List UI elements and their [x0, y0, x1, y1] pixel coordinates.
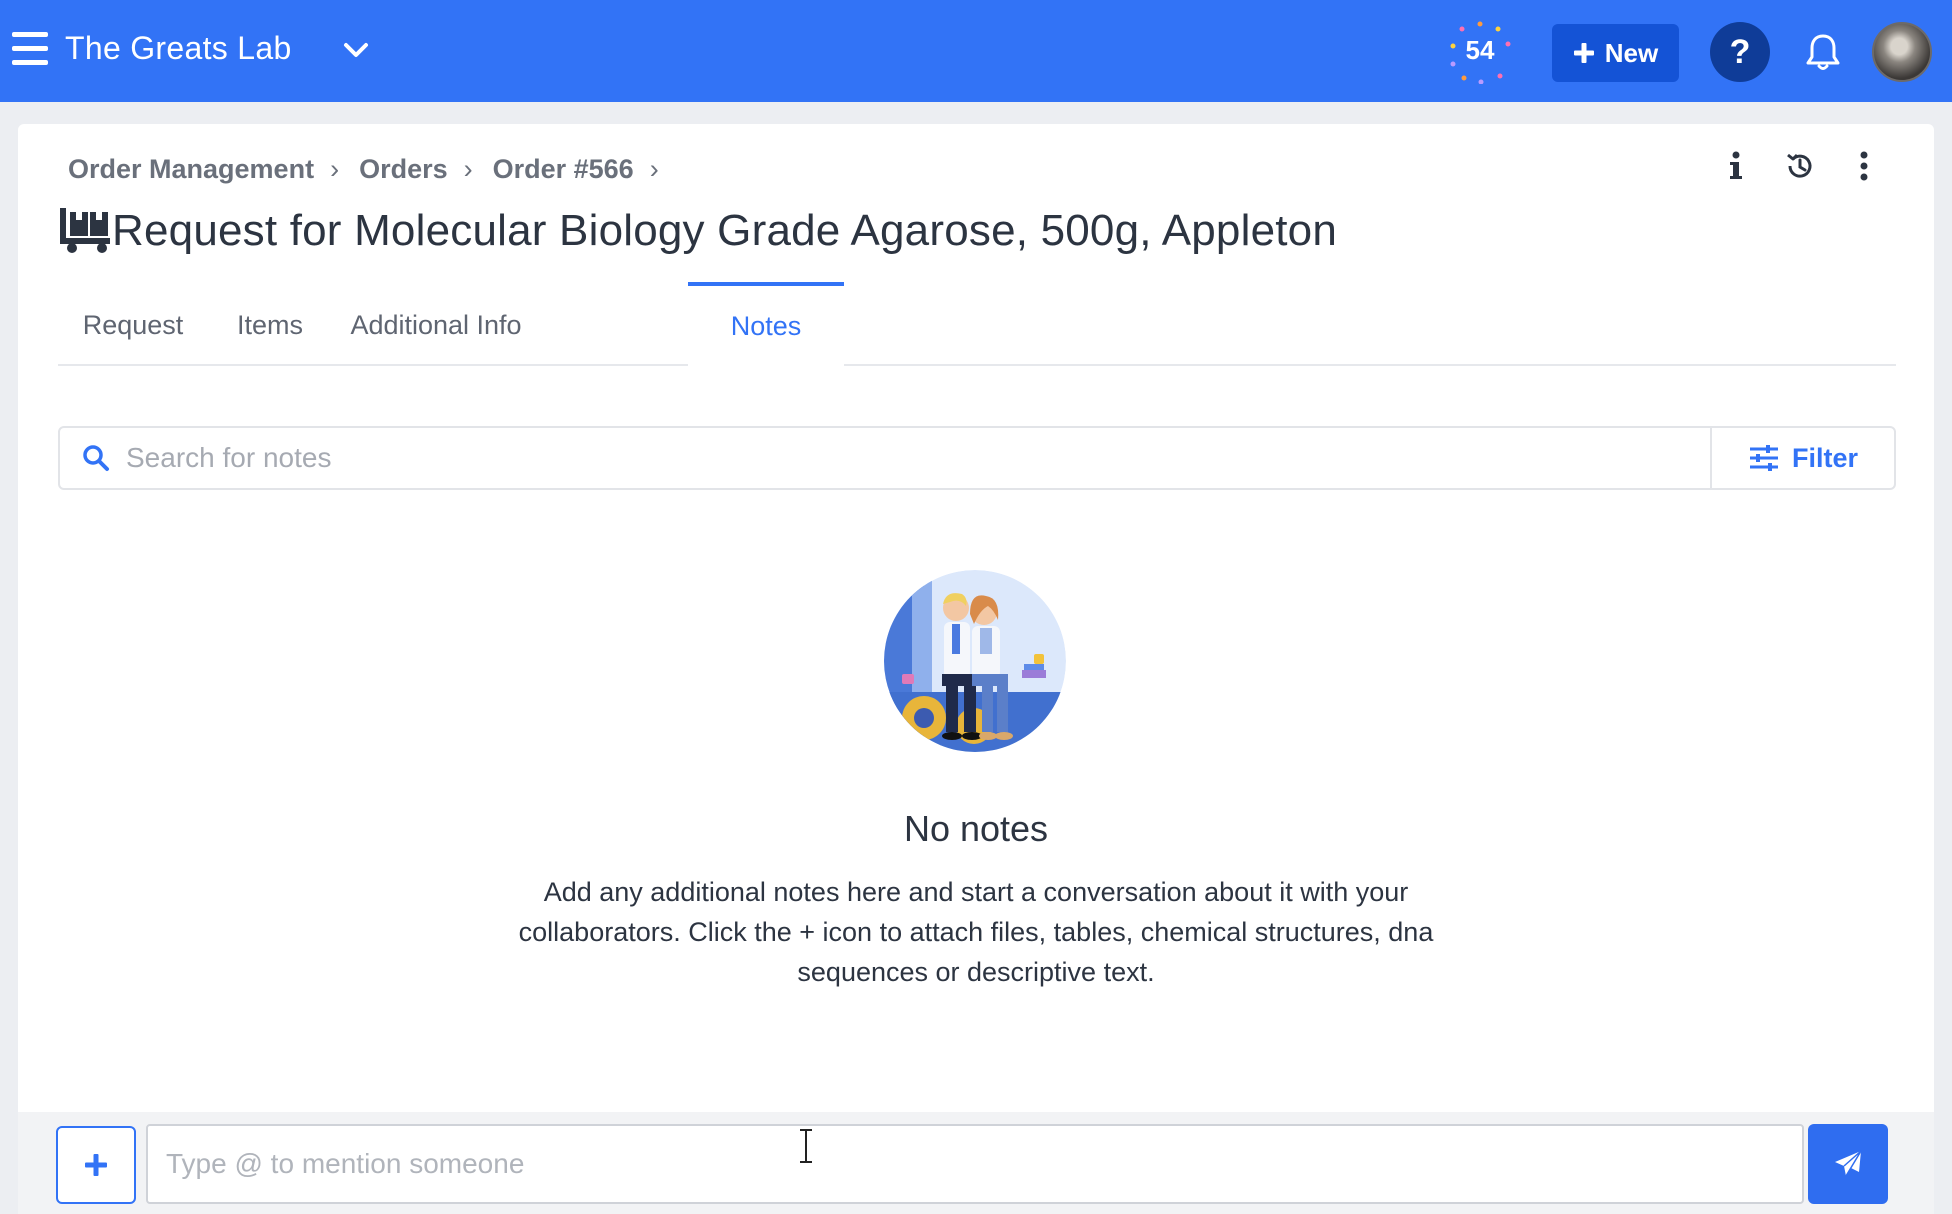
title-row: Request for Molecular Biology Grade Agar… [58, 206, 1337, 256]
score-value: 54 [1465, 35, 1495, 65]
chevron-right-icon: › [463, 154, 473, 184]
avatar[interactable] [1872, 22, 1932, 82]
chevron-right-icon: › [649, 154, 659, 184]
cart-icon [60, 208, 110, 253]
chevron-right-icon: › [330, 154, 340, 184]
breadcrumb-order[interactable]: Order #566 [493, 154, 634, 185]
tab-bar: Request Items Additional Info Notes [58, 282, 1896, 366]
search-icon [83, 445, 109, 471]
mention-input[interactable] [146, 1124, 1804, 1204]
plus-icon [85, 1154, 107, 1176]
history-icon[interactable] [1782, 148, 1818, 184]
send-button[interactable] [1808, 1124, 1888, 1204]
plus-icon [1573, 43, 1594, 63]
help-icon: ? [1729, 32, 1751, 71]
breadcrumb-order-management[interactable]: Order Management [68, 154, 314, 185]
filter-button[interactable]: Filter [1710, 428, 1894, 488]
text-cursor-icon [800, 1129, 812, 1163]
new-button[interactable]: New [1552, 24, 1679, 82]
search-area [60, 428, 1710, 488]
top-bar: The Greats Lab 54 New ? [0, 0, 1952, 102]
notes-search-bar: Filter [58, 426, 1896, 490]
bell-icon[interactable] [1804, 32, 1842, 72]
attach-button[interactable] [56, 1126, 136, 1204]
main-card: Order Management › Orders › Order #566 › [18, 124, 1934, 1214]
header-actions [1718, 148, 1882, 184]
score-badge[interactable]: 54 [1448, 20, 1512, 85]
lab-name[interactable]: The Greats Lab [65, 30, 292, 67]
empty-state-title: No notes [903, 808, 1049, 849]
filter-label: Filter [1791, 442, 1858, 473]
tab-notes[interactable]: Notes [688, 282, 844, 366]
more-vertical-icon[interactable] [1846, 148, 1882, 184]
sliders-icon [1749, 445, 1778, 471]
menu-icon[interactable] [12, 32, 48, 66]
breadcrumb-orders[interactable]: Orders [359, 154, 448, 185]
help-button[interactable]: ? [1710, 22, 1770, 82]
paper-plane-icon [1835, 1150, 1862, 1177]
tab-items[interactable]: Items [208, 284, 332, 366]
empty-state-description: Add any additional notes here and start … [518, 877, 1434, 987]
note-composer [18, 1112, 1934, 1214]
breadcrumb: Order Management › Orders › Order #566 › [68, 154, 679, 185]
scientists-illustration [884, 570, 1066, 752]
search-input[interactable] [126, 442, 1526, 474]
tab-additional-info[interactable]: Additional Info [332, 284, 540, 366]
page-title: Request for Molecular Biology Grade Agar… [112, 206, 1338, 255]
info-icon[interactable] [1718, 148, 1754, 184]
new-button-label: New [1604, 37, 1659, 68]
chevron-down-icon[interactable] [340, 34, 372, 66]
tab-request[interactable]: Request [58, 284, 208, 366]
